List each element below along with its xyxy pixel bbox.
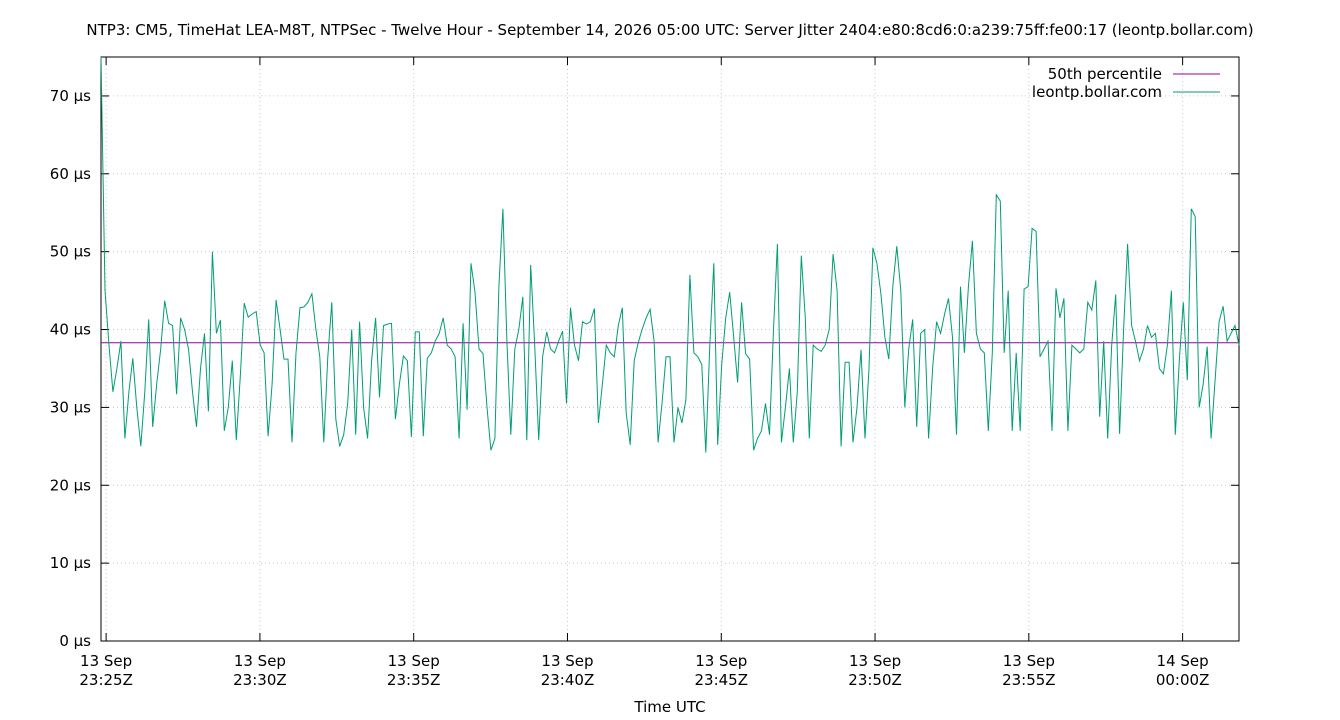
x-tick-label-date: 14 Sep (1157, 652, 1209, 670)
y-tick-label: 0 µs (59, 632, 91, 650)
jitter-chart: NTP3: CM5, TimeHat LEA-M8T, NTPSec - Twe… (50, 21, 1254, 716)
x-tick-label-date: 13 Sep (1003, 652, 1055, 670)
x-tick-label-time: 23:25Z (79, 671, 133, 689)
y-tick-label: 40 µs (50, 321, 91, 339)
y-tick-label: 30 µs (50, 398, 91, 416)
x-tick-label-date: 13 Sep (849, 652, 901, 670)
x-axis-label: Time UTC (633, 698, 705, 716)
legend-label: leontp.bollar.com (1032, 83, 1162, 101)
y-tick-label: 50 µs (50, 243, 91, 261)
x-tick-label-date: 13 Sep (695, 652, 747, 670)
y-tick-label: 70 µs (50, 87, 91, 105)
axes: 0 µs 10 µs 20 µs 30 µs 40 µs 50 µs 60 µs 70 µs 1… (50, 56, 1240, 689)
x-tick-label-date: 13 Sep (234, 652, 286, 670)
legend: 50th percentileleontp.bollar.com (1032, 65, 1220, 101)
plot-frame (100, 56, 1240, 642)
x-tick-label-time: 23:35Z (387, 671, 441, 689)
series-layer (100, 56, 1240, 453)
x-tick-label-time: 23:45Z (695, 671, 749, 689)
x-tick-label-date: 13 Sep (388, 652, 440, 670)
y-tick-label: 10 µs (50, 554, 91, 572)
y-tick-label: 60 µs (50, 165, 91, 183)
x-tick-label-time: 23:55Z (1002, 671, 1056, 689)
series-jitter-line (100, 56, 1240, 453)
x-tick-label-time: 23:50Z (848, 671, 902, 689)
legend-label: 50th percentile (1048, 65, 1162, 83)
x-tick-label-date: 13 Sep (80, 652, 132, 670)
x-tick-label-time: 23:40Z (541, 671, 595, 689)
x-tick-label-time: 23:30Z (233, 671, 287, 689)
chart-title: NTP3: CM5, TimeHat LEA-M8T, NTPSec - Twe… (86, 21, 1253, 39)
grid (101, 57, 1239, 641)
x-tick-label-time: 00:00Z (1156, 671, 1210, 689)
x-tick-label-date: 13 Sep (541, 652, 593, 670)
y-tick-label: 20 µs (50, 476, 91, 494)
